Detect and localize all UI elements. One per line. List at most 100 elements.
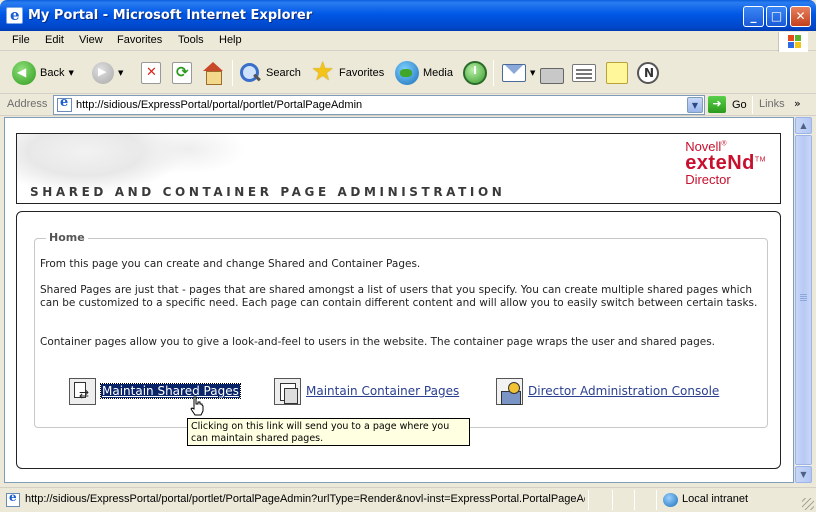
links-chevron-icon[interactable]: » [794, 97, 801, 110]
windows-flag-icon [778, 32, 808, 52]
messenger-icon [637, 62, 659, 84]
hand-cursor-icon [190, 396, 204, 416]
search-icon [238, 61, 262, 85]
back-arrow-icon [12, 61, 36, 85]
address-input[interactable]: http://sidious/ExpressPortal/portal/port… [53, 95, 705, 115]
back-button[interactable]: Back ▼ [12, 58, 74, 88]
toolbar-separator [493, 60, 494, 86]
resize-grip-icon[interactable] [802, 498, 814, 510]
status-separator [612, 490, 613, 510]
admin-console-icon[interactable] [496, 377, 523, 405]
back-label: Back [40, 67, 65, 79]
status-separator [588, 490, 589, 510]
director-admin-console-link[interactable]: Director Administration Console [496, 376, 719, 406]
director-admin-console-text[interactable]: Director Administration Console [528, 384, 719, 398]
maintain-container-pages-text[interactable]: Maintain Container Pages [306, 384, 459, 398]
logo-registered-mark: ® [721, 140, 727, 148]
messenger-button[interactable] [637, 58, 659, 88]
status-bar: http://sidious/ExpressPortal/portal/port… [0, 487, 816, 512]
container-pages-icon[interactable] [274, 377, 301, 405]
logo-trademark: TM [754, 156, 766, 164]
window-title: My Portal - Microsoft Internet Explorer [28, 8, 313, 23]
status-text: http://sidious/ExpressPortal/portal/port… [25, 493, 585, 505]
search-label: Search [266, 67, 301, 79]
vertical-scrollbar[interactable]: ▲ ▼ [794, 117, 812, 483]
menu-edit[interactable]: Edit [45, 34, 64, 46]
stop-button[interactable] [141, 58, 161, 88]
mail-button[interactable]: ▼ [502, 58, 535, 88]
forward-dropdown-icon[interactable]: ▼ [118, 69, 123, 77]
novell-extend-director-logo: Novell® exteNdTM Director [685, 140, 766, 186]
page-status-icon [6, 490, 20, 507]
favorites-star-icon [311, 57, 335, 87]
link-tooltip: Clicking on this link will send you to a… [187, 418, 470, 446]
maximize-button[interactable]: □ [766, 6, 787, 27]
gear-watermark-graphic [127, 134, 247, 174]
back-dropdown-icon[interactable]: ▼ [68, 69, 73, 77]
print-button[interactable] [540, 58, 564, 88]
print-icon [540, 68, 564, 84]
favorites-button[interactable]: Favorites [311, 57, 385, 88]
edit-page-icon [572, 64, 596, 82]
menu-favorites[interactable]: Favorites [117, 34, 162, 46]
forward-button[interactable]: ▼ [92, 58, 123, 88]
minimize-button[interactable]: _ [743, 6, 764, 27]
home-fieldset: Home From this page you can create and c… [34, 231, 768, 428]
ie-icon [6, 6, 23, 24]
links-label[interactable]: Links [759, 98, 785, 110]
menu-view[interactable]: View [79, 34, 103, 46]
home-icon [201, 62, 225, 85]
go-button[interactable]: ➜ Go [708, 96, 747, 113]
menu-help[interactable]: Help [219, 34, 242, 46]
edit-button[interactable] [572, 58, 596, 88]
forward-arrow-icon [92, 62, 114, 84]
intro-paragraph: From this page you can create and change… [40, 258, 421, 270]
media-icon [395, 61, 419, 85]
mail-dropdown-icon[interactable]: ▼ [530, 69, 535, 77]
go-arrow-icon: ➜ [708, 96, 726, 113]
page-icon [57, 95, 72, 112]
menu-bar: File Edit View Favorites Tools Help [0, 31, 816, 52]
scroll-down-icon[interactable]: ▼ [795, 466, 812, 483]
scroll-up-icon[interactable]: ▲ [795, 117, 812, 134]
address-bar: Address http://sidious/ExpressPortal/por… [0, 94, 816, 116]
search-button[interactable]: Search [238, 58, 301, 88]
menu-tools[interactable]: Tools [178, 34, 204, 46]
maintain-shared-pages-text[interactable]: Maintain Shared Pages [100, 383, 241, 399]
container-pages-paragraph: Container pages allow you to give a look… [40, 336, 716, 348]
standard-toolbar: Back ▼ ▼ Search Favorites Media ▼ [0, 52, 816, 94]
status-separator [656, 490, 657, 510]
page-header-banner: SHARED AND CONTAINER PAGE ADMINISTRATION… [16, 133, 781, 204]
mail-icon [502, 64, 526, 82]
history-button[interactable] [463, 58, 487, 88]
favorites-label: Favorites [339, 67, 385, 79]
local-intranet-icon [663, 493, 678, 507]
discuss-button[interactable] [606, 58, 628, 88]
status-separator [634, 490, 635, 510]
refresh-button[interactable] [172, 58, 192, 88]
page-viewport: SHARED AND CONTAINER PAGE ADMINISTRATION… [4, 117, 794, 483]
discuss-note-icon [606, 62, 628, 84]
go-label: Go [732, 98, 747, 111]
maintain-shared-pages-link[interactable]: Maintain Shared Pages [69, 376, 241, 406]
shared-pages-icon[interactable] [69, 377, 96, 405]
home-button[interactable] [201, 58, 225, 88]
maintain-container-pages-link[interactable]: Maintain Container Pages [274, 376, 459, 406]
history-icon [463, 61, 487, 85]
scroll-thumb[interactable] [795, 135, 812, 465]
media-label: Media [423, 67, 453, 79]
links-separator [752, 96, 753, 114]
address-url[interactable]: http://sidious/ExpressPortal/portal/port… [76, 99, 362, 111]
menu-file[interactable]: File [12, 34, 30, 46]
logo-director: Director [685, 172, 731, 187]
page-title: SHARED AND CONTAINER PAGE ADMINISTRATION [30, 185, 506, 199]
close-button[interactable]: ✕ [790, 6, 811, 27]
logo-extend: exteNd [685, 152, 755, 174]
address-dropdown-icon[interactable]: ▼ [687, 97, 703, 113]
toolbar-separator [232, 60, 233, 86]
title-bar: My Portal - Microsoft Internet Explorer … [0, 0, 816, 31]
section-title: Home [46, 231, 88, 244]
shared-pages-paragraph: Shared Pages are just that - pages that … [40, 284, 758, 309]
media-button[interactable]: Media [395, 58, 453, 88]
address-label: Address [7, 98, 48, 110]
